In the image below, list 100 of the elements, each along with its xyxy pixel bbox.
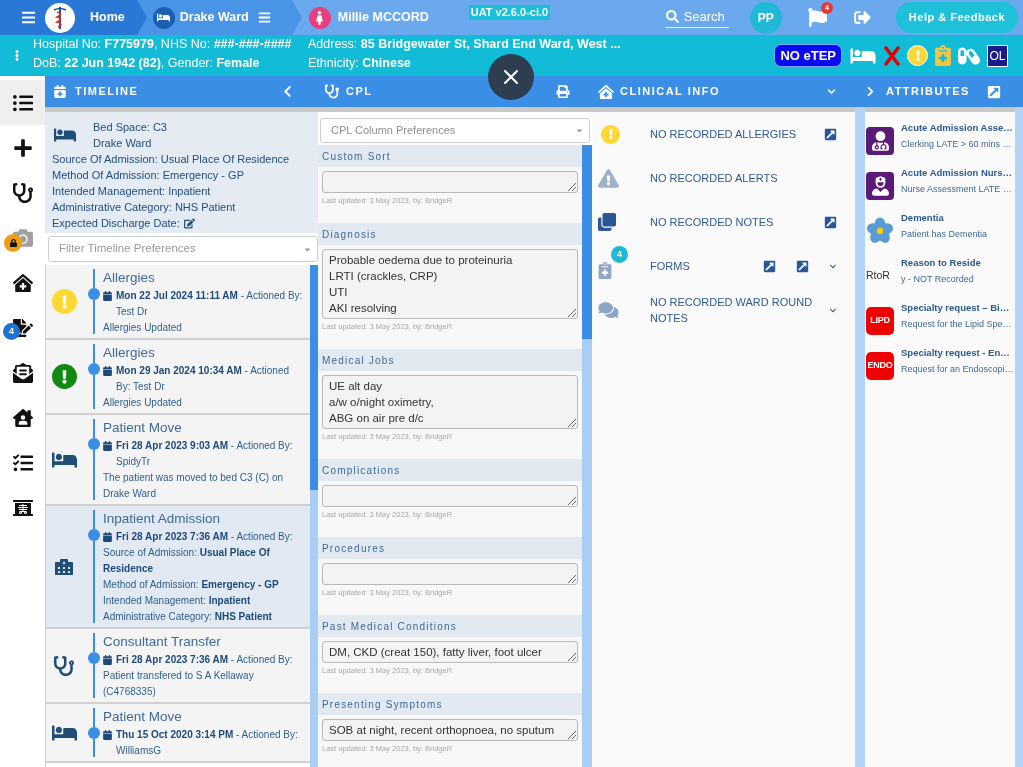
entry-date-line: Mon 22 Jul 2024 11:11 AM - Actioned By: Test Dr xyxy=(116,290,303,317)
calendar-icon xyxy=(103,441,112,451)
calendar-plus-icon xyxy=(54,85,66,98)
attribute-title[interactable]: Specialty request - En… xyxy=(901,345,1014,361)
initials-tag: OL xyxy=(987,44,1008,67)
attribute-title[interactable]: Acute Admission Asse… xyxy=(901,120,1013,136)
text-area[interactable]: DM, CKD (creat 150), fatty liver, foot ulcer xyxy=(322,641,578,663)
menu-icon[interactable] xyxy=(20,10,37,25)
attribute-subtitle: Request for an Endoscopi… xyxy=(901,363,1014,376)
panel-title: CPL xyxy=(346,84,373,100)
timeline-entry[interactable]: Patient Move Thu 15 Oct 2020 3:14 PM - Actioned By: WilliamsG xyxy=(46,704,310,763)
entry-detail: Intended Management: Inpatient xyxy=(103,595,251,606)
section-header: Past Medical Conditions xyxy=(318,615,582,637)
specialty-tag: LIPD xyxy=(866,307,894,335)
resize-grip-icon[interactable] xyxy=(568,183,576,191)
resize-grip-icon[interactable] xyxy=(568,731,576,739)
stethoscope-icon xyxy=(325,84,339,99)
entry-title: Allergies xyxy=(103,270,155,285)
chevron-down-icon[interactable] xyxy=(829,306,837,314)
panel-title: CLINICAL INFO xyxy=(620,84,720,100)
attribute-subtitle: Request for the Lipid Spe… xyxy=(901,318,1012,331)
calendar-icon xyxy=(103,655,112,665)
specialty-tag: ENDO xyxy=(866,352,894,380)
panel-title: ATTRIBUTES xyxy=(886,84,970,100)
external-link-icon[interactable] xyxy=(824,127,837,141)
attribute-title[interactable]: Specialty request – Bi… xyxy=(901,300,1012,316)
attribute-subtitle: Clerking LATE > 60 mins … xyxy=(901,138,1013,151)
timeline-entry[interactable] xyxy=(46,506,310,629)
timeline-entry[interactable]: Allergies Mon 22 Jul 2024 11:11 AM - Actioned By: Test Dr Allergies Updated xyxy=(46,265,310,340)
speech-bubbles-icon xyxy=(598,301,619,319)
breadcrumb-link[interactable]: Home xyxy=(90,8,125,27)
text-area[interactable]: Probable oedema due to proteinuria LRTI (crackles, CRP) UTI AKI resolving xyxy=(322,249,578,319)
attribute-code: RtoR xyxy=(866,268,890,284)
scrollbar[interactable] xyxy=(310,265,318,767)
flag-icon[interactable] xyxy=(807,8,827,27)
sidebar-item[interactable] xyxy=(0,80,45,125)
scrollbar-thumb[interactable] xyxy=(582,145,592,339)
bed-icon xyxy=(54,126,76,144)
calendar-icon xyxy=(103,291,112,301)
clinical-info-label[interactable]: FORMS xyxy=(650,258,763,274)
logo-icon[interactable] xyxy=(45,2,75,33)
entry-detail: Allergies Updated xyxy=(103,322,182,333)
search-icon xyxy=(665,10,679,23)
entry-date-line: Fri 28 Apr 2023 7:36 AM - Actioned By: xyxy=(116,654,293,665)
count-badge: 4 xyxy=(611,245,628,263)
attribute-subtitle: Nurse Assessment LATE … xyxy=(901,183,1013,196)
attribute-subtitle: Patient has Dementia xyxy=(901,228,988,241)
admission-detail: Administrative Category: NHS Patient xyxy=(52,201,236,213)
timeline-entry[interactable]: Consultant Transfer Fri 28 Apr 2023 7:36 AM - Actioned By: Patient transfered to S A Kellaway (C4768335) xyxy=(46,629,310,704)
scrollbar-thumb[interactable] xyxy=(310,265,318,490)
patient-detail: Hospital No: F775979, NHS No: ###-###-#### xyxy=(33,37,292,51)
timeline-entry[interactable]: Patient Move Fri 28 Apr 2023 9:03 AM - Actioned By: SpidyTr The patient was moved to bed C3 (C) on Drake Ward xyxy=(46,415,310,506)
section-header: Complications xyxy=(318,459,582,481)
resize-grip-icon[interactable] xyxy=(568,497,576,505)
entry-title: Allergies xyxy=(103,345,155,360)
print-icon[interactable] xyxy=(556,85,570,98)
resize-grip-icon[interactable] xyxy=(568,419,576,427)
flower-icon xyxy=(866,217,894,245)
attribute-subtitle: y - NOT Recorded xyxy=(901,273,975,286)
menu-icon[interactable] xyxy=(256,11,272,24)
entry-date-line: Fri 28 Apr 2023 7:36 AM - Actioned By: xyxy=(116,531,293,542)
admission-detail: Method Of Admission: Emergency - GP xyxy=(52,169,244,181)
scrollbar[interactable] xyxy=(1015,107,1023,767)
entry-title: Patient Move xyxy=(103,420,182,435)
chevron-right-icon[interactable] xyxy=(867,86,874,97)
resize-grip-icon[interactable] xyxy=(568,575,576,583)
clipboard-plus-icon xyxy=(598,261,612,279)
clinical-info-label[interactable]: NO RECORDED NOTES xyxy=(650,214,815,230)
timeline-entry[interactable]: Allergies Mon 29 Jan 2024 10:34 AM - Actioned By: Test Dr Allergies Updated xyxy=(46,340,310,415)
external-link-icon[interactable] xyxy=(796,259,809,273)
entry-title: Patient Move xyxy=(103,709,182,724)
clinical-info-label[interactable]: NO RECORDED ALLERGIES xyxy=(650,126,815,142)
count-badge: 4 xyxy=(3,323,20,340)
chevron-down-icon[interactable] xyxy=(829,262,837,270)
external-link-icon[interactable] xyxy=(763,259,776,273)
entry-detail: Allergies Updated xyxy=(103,397,182,408)
text-area[interactable]: UE alt day a/w o/night oximetry, ABG on air pre d/c xyxy=(322,375,578,429)
stethoscope-icon xyxy=(54,654,74,677)
section-header: Procedures xyxy=(318,537,582,559)
chevron-left-icon[interactable] xyxy=(283,85,292,98)
external-link-icon[interactable] xyxy=(824,215,837,229)
house-plus-icon xyxy=(598,84,614,99)
resize-grip-icon[interactable] xyxy=(568,653,576,661)
calendar-icon xyxy=(103,730,112,740)
hospital-icon xyxy=(55,556,73,577)
scrollbar[interactable] xyxy=(582,145,592,767)
entry-title: Consultant Transfer xyxy=(103,634,221,649)
resize-grip-icon[interactable] xyxy=(568,309,576,317)
attribute-title[interactable]: Acute Admission Nurs… xyxy=(901,165,1013,181)
text-area[interactable]: SOB at night, recent orthopnoea, no sputum xyxy=(322,719,578,741)
discharge-date-label: Expected Discharge Date: xyxy=(52,216,180,231)
chevron-down-icon[interactable] xyxy=(826,87,837,96)
section-header: Presenting Symptoms xyxy=(318,693,582,715)
attribute-title[interactable]: Dementia xyxy=(901,210,988,226)
admission-detail: Intended Management: Inpatient xyxy=(52,185,211,197)
edit-icon[interactable] xyxy=(183,217,195,229)
clinical-info-label[interactable]: NO RECORDED ALERTS xyxy=(650,170,815,186)
clinical-info-label[interactable]: NO RECORDED WARD ROUND NOTES xyxy=(650,294,815,326)
attribute-title[interactable]: Reason to Reside xyxy=(901,255,981,271)
external-link-icon[interactable] xyxy=(987,84,1001,99)
